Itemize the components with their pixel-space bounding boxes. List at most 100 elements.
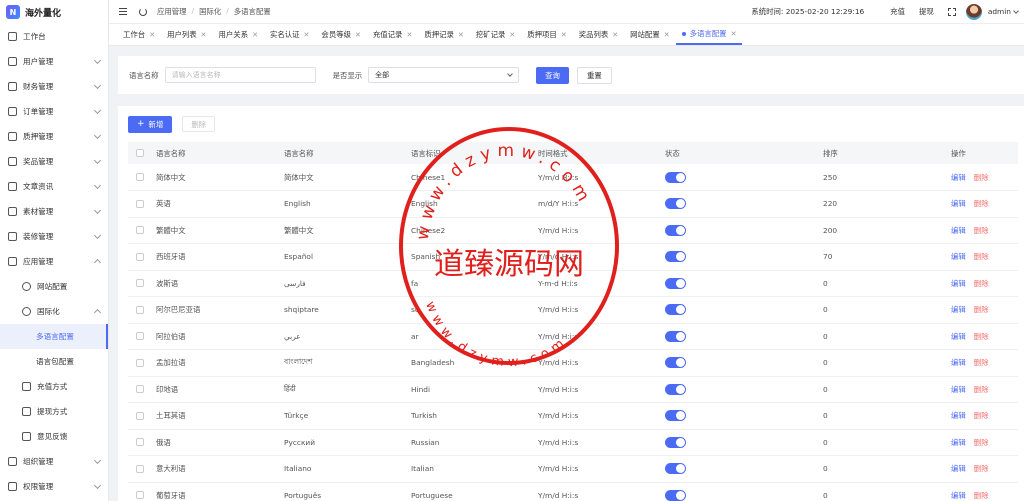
sidebar-item[interactable]: 意见反馈 [0,424,108,449]
delete-link[interactable]: 删除 [974,199,989,208]
delete-link[interactable]: 删除 [974,464,989,473]
avatar[interactable] [965,3,982,20]
status-toggle[interactable] [665,251,686,263]
sidebar-item[interactable]: 提现方式 [0,399,108,424]
tab[interactable]: 用户列表 ✕ [161,24,212,45]
close-icon[interactable]: ✕ [561,31,567,39]
edit-link[interactable]: 编辑 [951,438,966,447]
tab[interactable]: 用户关系 ✕ [213,24,264,45]
delete-link[interactable]: 删除 [974,332,989,341]
select-all-checkbox[interactable] [136,149,144,157]
sidebar-item[interactable]: 订单管理 [0,99,108,124]
edit-link[interactable]: 编辑 [951,252,966,261]
delete-link[interactable]: 删除 [974,305,989,314]
sidebar-item[interactable]: 奖品管理 [0,149,108,174]
row-checkbox[interactable] [136,358,144,367]
query-button[interactable]: 查询 [536,66,569,84]
tab[interactable]: 质押记录 ✕ [418,24,469,45]
sidebar-item[interactable]: 装修管理 [0,224,108,249]
status-toggle[interactable] [665,277,686,289]
withdraw-button[interactable]: 提现 [919,6,934,17]
status-toggle[interactable] [665,224,686,236]
close-icon[interactable]: ✕ [252,31,258,39]
edit-link[interactable]: 编辑 [951,279,966,288]
breadcrumb-item[interactable]: 国际化 [199,6,221,17]
delete-link[interactable]: 删除 [974,173,989,182]
close-icon[interactable]: ✕ [304,31,310,39]
row-checkbox[interactable] [136,226,144,235]
fullscreen-icon[interactable] [947,7,956,16]
app-logo[interactable]: N 海外量化 [0,0,108,24]
delete-link[interactable]: 删除 [974,358,989,367]
status-toggle[interactable] [665,489,686,501]
row-checkbox[interactable] [136,199,144,208]
edit-link[interactable]: 编辑 [951,226,966,235]
sidebar-item[interactable]: 工作台 [0,24,108,49]
edit-link[interactable]: 编辑 [951,491,966,500]
row-checkbox[interactable] [136,173,144,181]
reset-button[interactable]: 重置 [576,66,612,84]
close-icon[interactable]: ✕ [612,31,618,39]
status-toggle[interactable] [665,436,686,448]
close-icon[interactable]: ✕ [731,30,737,38]
tab[interactable]: 多语言配置 ✕ [675,24,743,45]
close-icon[interactable]: ✕ [201,31,207,39]
menu-toggle-icon[interactable] [119,8,127,15]
edit-link[interactable]: 编辑 [951,173,966,182]
chevron-down-icon[interactable] [1013,7,1019,14]
sidebar-item[interactable]: 国际化 [0,299,108,324]
tab[interactable]: 工作台 ✕ [117,24,161,45]
row-checkbox[interactable] [136,305,144,314]
tab[interactable]: 质押项目 ✕ [521,24,572,45]
sidebar-item[interactable]: 多语言配置 [0,324,108,349]
language-name-input[interactable] [164,67,316,83]
row-checkbox[interactable] [136,491,144,500]
tab[interactable]: 实名认证 ✕ [264,24,315,45]
close-icon[interactable]: ✕ [458,31,464,39]
sidebar-item[interactable]: 财务管理 [0,74,108,99]
edit-link[interactable]: 编辑 [951,411,966,420]
status-toggle[interactable] [665,410,686,422]
row-checkbox[interactable] [136,411,144,420]
tab[interactable]: 充值记录 ✕ [367,24,418,45]
sidebar-item[interactable]: 权限管理 [0,474,108,499]
tab[interactable]: 奖品列表 ✕ [573,24,624,45]
display-status-select[interactable]: 全部 [368,67,520,83]
delete-link[interactable]: 删除 [974,252,989,261]
status-toggle[interactable] [665,383,686,395]
status-toggle[interactable] [665,463,686,475]
status-toggle[interactable] [665,357,686,369]
delete-link[interactable]: 删除 [974,411,989,420]
edit-link[interactable]: 编辑 [951,464,966,473]
row-checkbox[interactable] [136,332,144,341]
sidebar-item[interactable]: 用户管理 [0,49,108,74]
recharge-button[interactable]: 充值 [890,6,905,17]
breadcrumb-item[interactable]: 应用管理 [157,6,187,17]
close-icon[interactable]: ✕ [664,31,670,39]
edit-link[interactable]: 编辑 [951,332,966,341]
row-checkbox[interactable] [136,279,144,288]
sidebar-item[interactable]: 文章资讯 [0,174,108,199]
edit-link[interactable]: 编辑 [951,358,966,367]
add-button[interactable]: + 新增 [128,115,173,133]
close-icon[interactable]: ✕ [509,31,515,39]
tab[interactable]: 网站配置 ✕ [624,24,675,45]
row-checkbox[interactable] [136,464,144,473]
status-toggle[interactable] [665,330,686,342]
edit-link[interactable]: 编辑 [951,385,966,394]
sidebar-item[interactable]: 组织管理 [0,449,108,474]
refresh-icon[interactable] [139,7,147,16]
sidebar-item[interactable]: 网站配置 [0,274,108,299]
username[interactable]: admin [988,7,1011,16]
delete-link[interactable]: 删除 [974,226,989,235]
close-icon[interactable]: ✕ [406,31,412,39]
close-icon[interactable]: ✕ [355,31,361,39]
tab[interactable]: 挖矿记录 ✕ [470,24,521,45]
delete-link[interactable]: 删除 [974,491,989,500]
row-checkbox[interactable] [136,252,144,261]
status-toggle[interactable] [665,198,686,210]
row-checkbox[interactable] [136,385,144,394]
delete-link[interactable]: 删除 [974,279,989,288]
edit-link[interactable]: 编辑 [951,199,966,208]
sidebar-item[interactable]: 素材管理 [0,199,108,224]
